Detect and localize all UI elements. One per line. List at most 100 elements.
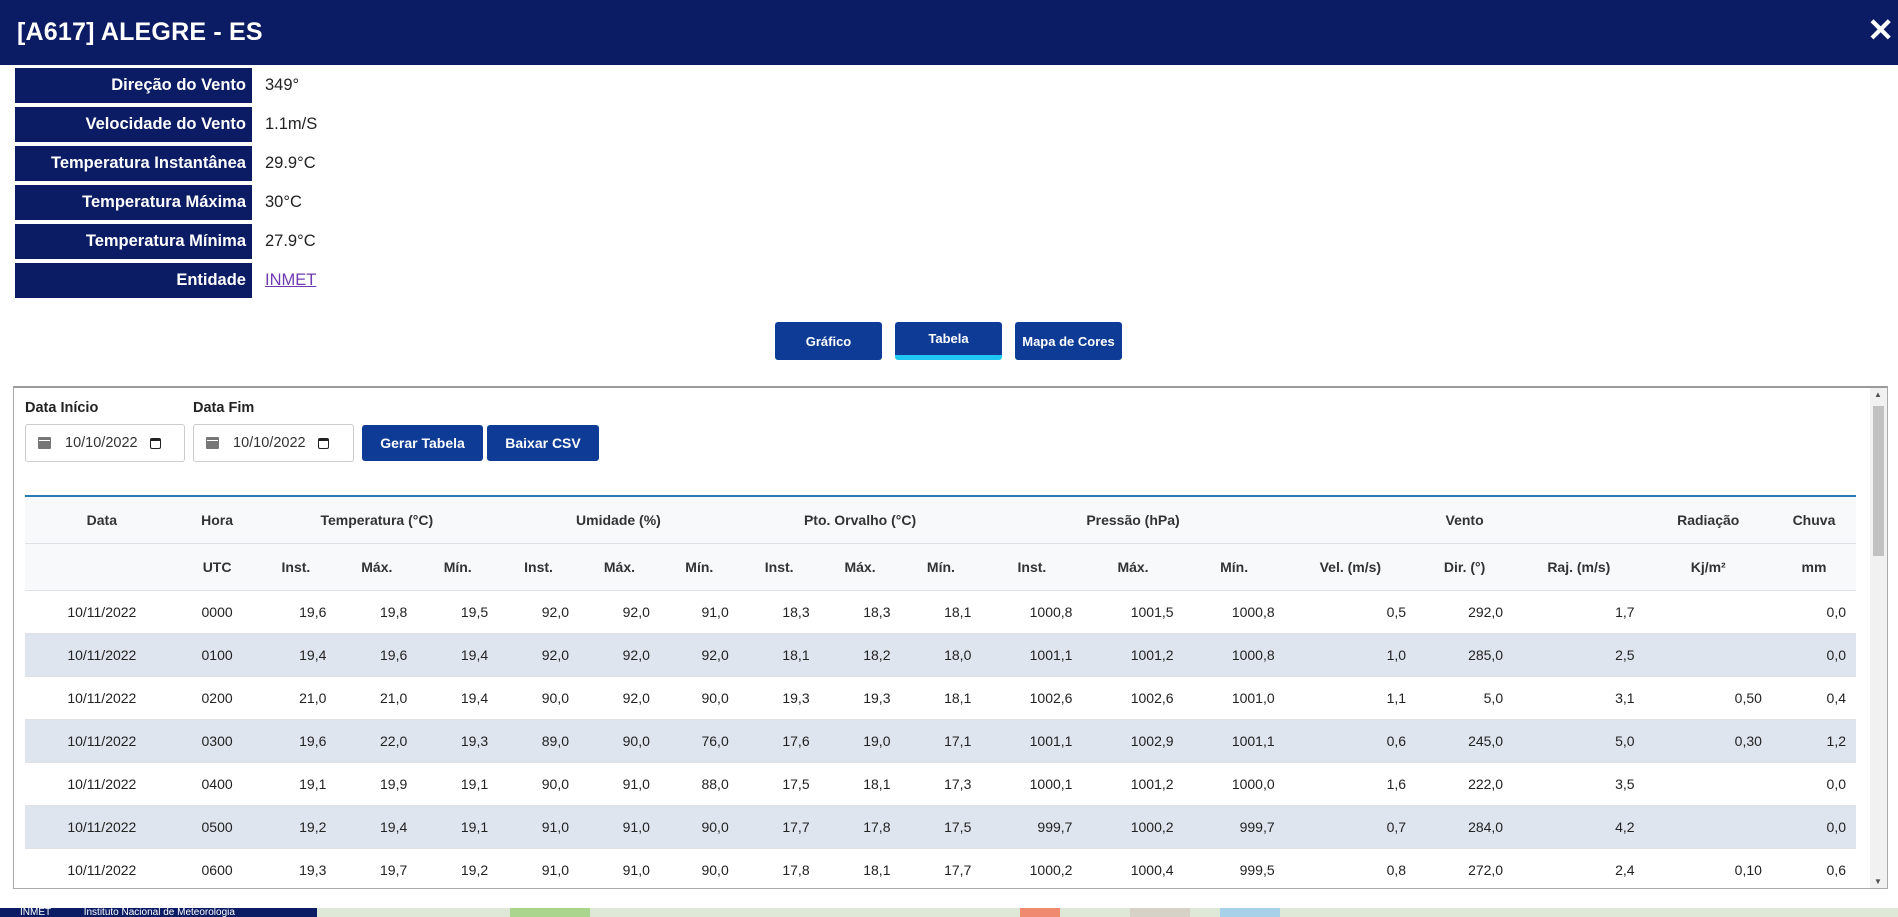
footer-institute: Instituto Nacional de Meteorologia (83, 908, 235, 917)
table-row: 10/11/2022 0200 21,0 21,0 19,4 90,0 92,0 90,0 19… (25, 676, 1856, 720)
table-cell: 90,0 (659, 805, 739, 849)
table-cell: 21,0 (255, 676, 337, 720)
table-cell: 0,0 (1771, 633, 1856, 677)
info-row-temperature-instant: Temperatura Instantânea 29.9°C (15, 146, 317, 181)
end-date-value: 10/10/2022 (233, 435, 306, 451)
column-subheader: Inst. (255, 543, 337, 591)
table-cell: 1000,8 (1183, 633, 1285, 677)
column-header: Pto. Orvalho (°C) (738, 497, 982, 544)
table-cell: 10/11/2022 (25, 762, 179, 806)
table-cell: 92,0 (659, 633, 739, 677)
table-cell: 0,0 (1771, 590, 1856, 634)
table-cell: 91,0 (498, 805, 579, 849)
date-picker-icon[interactable] (149, 437, 161, 449)
scroll-down-icon[interactable]: ▼ (1874, 877, 1882, 886)
table-cell (1644, 590, 1772, 634)
column-subheader: UTC (178, 543, 256, 591)
table-cell: 0600 (178, 848, 256, 888)
table-cell: 0,7 (1284, 805, 1417, 849)
table-cell: 1002,6 (1082, 676, 1184, 720)
table-cell: 10/11/2022 (25, 848, 179, 888)
table-cell: 0,8 (1284, 848, 1417, 888)
table-cell: 1000,8 (981, 590, 1083, 634)
table-cell: 1000,0 (1183, 762, 1285, 806)
table-cell: 1001,1 (1183, 719, 1285, 763)
table-cell: 22,0 (336, 719, 418, 763)
calendar-icon (206, 437, 219, 449)
table-cell: 0,0 (1771, 762, 1856, 806)
generate-table-button[interactable]: Gerar Tabela (362, 425, 483, 461)
table-cell: 0,10 (1644, 848, 1772, 888)
table-cell: 19,2 (417, 848, 499, 888)
info-label: Velocidade do Vento (15, 107, 252, 142)
table-cell: 999,7 (1183, 805, 1285, 849)
entity-link[interactable]: INMET (265, 271, 316, 290)
column-subheader: Máx. (819, 543, 901, 591)
close-icon[interactable]: ✕ (1867, 14, 1894, 46)
tab-grafico[interactable]: Gráfico (775, 322, 882, 360)
column-header: Hora (178, 497, 256, 544)
end-date-label: Data Fim (193, 400, 255, 416)
table-cell: 91,0 (579, 805, 660, 849)
table-cell: 19,0 (819, 719, 901, 763)
date-picker-icon[interactable] (317, 437, 329, 449)
table-cell: 1001,2 (1082, 633, 1184, 677)
table-cell: 1,1 (1284, 676, 1417, 720)
table-cell: 18,1 (738, 633, 820, 677)
table-cell: 17,7 (900, 848, 982, 888)
column-subheader: Máx. (579, 543, 660, 591)
table-cell: 19,5 (417, 590, 499, 634)
column-subheader: Mín. (900, 543, 982, 591)
table-cell: 1001,1 (981, 633, 1083, 677)
column-subheader (25, 543, 179, 591)
column-subheader: Vel. (m/s) (1284, 543, 1417, 591)
table-cell: 0300 (178, 719, 256, 763)
table-cell: 0400 (178, 762, 256, 806)
table-cell: 17,6 (738, 719, 820, 763)
table-cell: 1001,0 (1183, 676, 1285, 720)
footer-logo-text: INMET (20, 908, 51, 917)
info-value: 349° (265, 76, 300, 94)
table-row: 10/11/2022 0300 19,6 22,0 19,3 89,0 90,0 76,0 17… (25, 719, 1856, 763)
table-panel: Data Início 10/10/2022 Data Fim 10/10/20… (13, 386, 1888, 889)
table-cell: 91,0 (498, 848, 579, 888)
download-csv-button[interactable]: Baixar CSV (487, 425, 599, 461)
table-cell: 1,7 (1513, 590, 1645, 634)
table-sub-header-row: UTC Inst. Máx. Mín. Inst. Máx. Mín. Inst. Máx. Mí… (25, 543, 1856, 591)
table-cell: 19,6 (255, 590, 337, 634)
table-cell: 18,3 (819, 590, 901, 634)
table-cell: 19,4 (417, 633, 499, 677)
table-cell (1644, 805, 1772, 849)
info-row-wind-speed: Velocidade do Vento 1.1m/S (15, 107, 317, 142)
tab-mapa-de-cores[interactable]: Mapa de Cores (1015, 322, 1122, 360)
vertical-scrollbar[interactable]: ▲ ▼ (1870, 388, 1887, 888)
column-header: Radiação (1644, 497, 1772, 544)
table-row: 10/11/2022 0500 19,2 19,4 19,1 91,0 91,0 90,0 17… (25, 805, 1856, 849)
info-label: Temperatura Instantânea (15, 146, 252, 181)
table-cell: 17,3 (900, 762, 982, 806)
table-cell: 19,1 (417, 805, 499, 849)
scroll-up-icon[interactable]: ▲ (1874, 390, 1882, 399)
table-cell: 0,6 (1771, 848, 1856, 888)
table-cell: 999,7 (981, 805, 1083, 849)
table-cell: 17,8 (819, 805, 901, 849)
view-tabs: Gráfico Tabela Mapa de Cores (775, 322, 1135, 360)
table-cell: 92,0 (498, 590, 579, 634)
table-cell: 19,3 (255, 848, 337, 888)
table-cell: 3,1 (1513, 676, 1645, 720)
start-date-input[interactable]: 10/10/2022 (25, 424, 185, 462)
column-subheader: Kj/m² (1644, 543, 1772, 591)
table-cell: 245,0 (1416, 719, 1514, 763)
scrollbar-thumb[interactable] (1873, 406, 1884, 556)
table-cell: 999,5 (1183, 848, 1285, 888)
table-cell: 2,5 (1513, 633, 1645, 677)
tab-tabela[interactable]: Tabela (895, 322, 1002, 360)
info-value: 30°C (265, 193, 302, 211)
column-subheader: Mín. (417, 543, 499, 591)
info-row-wind-direction: Direção do Vento 349° (15, 68, 317, 103)
table-cell: 19,6 (255, 719, 337, 763)
info-value: 27.9°C (265, 232, 316, 250)
end-date-input[interactable]: 10/10/2022 (193, 424, 354, 462)
table-cell: 90,0 (579, 719, 660, 763)
table-cell: 1,0 (1284, 633, 1417, 677)
